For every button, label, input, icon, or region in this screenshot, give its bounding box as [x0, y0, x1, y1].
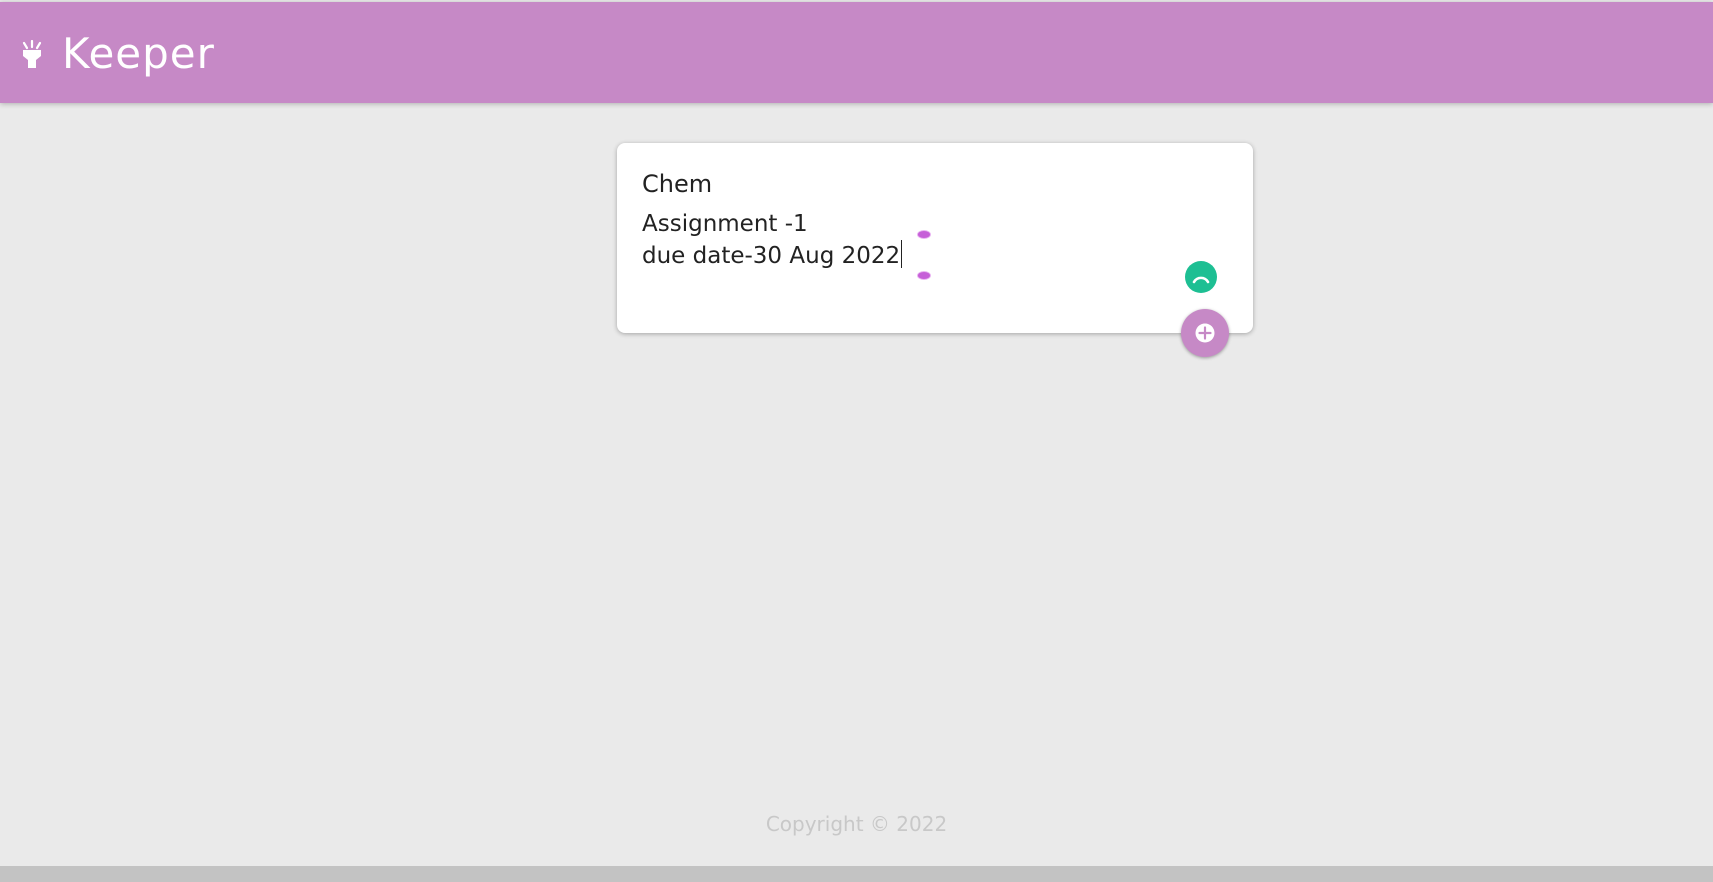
text-caret — [901, 240, 903, 268]
app-title: Keeper — [62, 29, 215, 78]
grammar-assistant-button[interactable] — [1185, 261, 1217, 293]
create-note-form: Assignment -1 due date-30 Aug 2022 — [617, 143, 1253, 333]
header: Keeper — [0, 2, 1713, 103]
copyright-text: Copyright © 2022 — [765, 812, 948, 836]
note-content-textarea[interactable]: Assignment -1 due date-30 Aug 2022 — [642, 209, 1222, 279]
selection-handle-bottom[interactable] — [917, 271, 931, 280]
note-content-line-1: Assignment -1 — [642, 211, 808, 237]
selection-handle-top[interactable] — [917, 230, 931, 239]
note-content-line-2: due date-30 Aug 2022 — [642, 240, 1222, 272]
grammar-assistant-icon — [1192, 276, 1210, 284]
horizontal-scrollbar[interactable] — [0, 866, 1713, 882]
note-content-line-2-text: due date-30 Aug 2022 — [642, 243, 901, 269]
flashlight-icon — [20, 39, 44, 70]
note-title-input[interactable] — [642, 167, 1222, 201]
add-note-button[interactable] — [1181, 309, 1229, 357]
page: Keeper Assignment -1 due date-30 Aug 202… — [0, 0, 1713, 882]
plus-circle-icon — [1195, 323, 1215, 343]
